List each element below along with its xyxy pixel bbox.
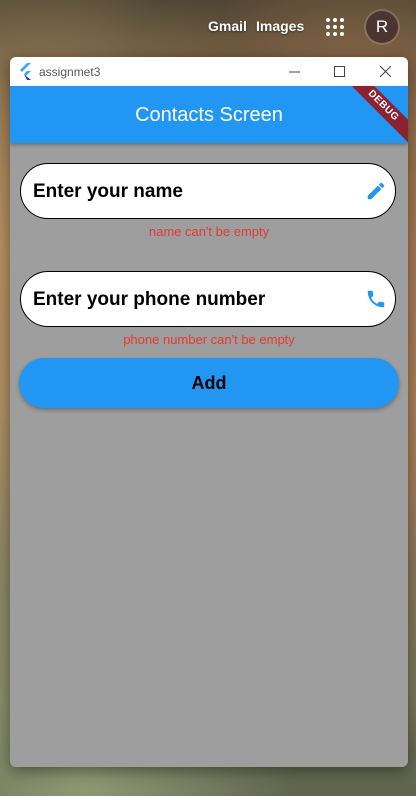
close-icon: [379, 66, 391, 77]
flutter-logo-icon: [20, 63, 31, 80]
gmail-link[interactable]: Gmail: [208, 18, 247, 34]
window-app-name: assignmet3: [39, 65, 101, 79]
window-titlebar: assignmet3: [10, 57, 408, 86]
images-link[interactable]: Images: [256, 18, 304, 34]
minimize-icon: [288, 71, 300, 73]
maximize-icon: [333, 66, 345, 77]
avatar[interactable]: R: [366, 11, 398, 43]
maximize-button[interactable]: [316, 57, 362, 86]
close-button[interactable]: [362, 57, 408, 86]
page-title: Contacts Screen: [135, 104, 283, 126]
name-error-text: name can't be empty: [148, 224, 270, 239]
minimize-button[interactable]: [271, 57, 317, 86]
phone-field[interactable]: Enter your phone number: [20, 271, 396, 327]
google-top-bar: Gmail Images R: [0, 0, 416, 56]
add-button[interactable]: Add: [19, 358, 399, 408]
app-window: assignmet3 Contacts Screen DEBUG Enter y…: [10, 57, 408, 767]
apps-grid-icon[interactable]: [326, 18, 344, 36]
phone-field-placeholder: Enter your phone number: [33, 289, 266, 310]
edit-pencil-icon: [367, 182, 385, 200]
name-field-placeholder: Enter your name: [33, 181, 183, 202]
phone-icon: [367, 290, 385, 308]
name-field[interactable]: Enter your name: [20, 163, 396, 219]
app-bar: Contacts Screen DEBUG: [10, 86, 408, 143]
phone-error-text: phone number can't be empty: [123, 332, 295, 347]
